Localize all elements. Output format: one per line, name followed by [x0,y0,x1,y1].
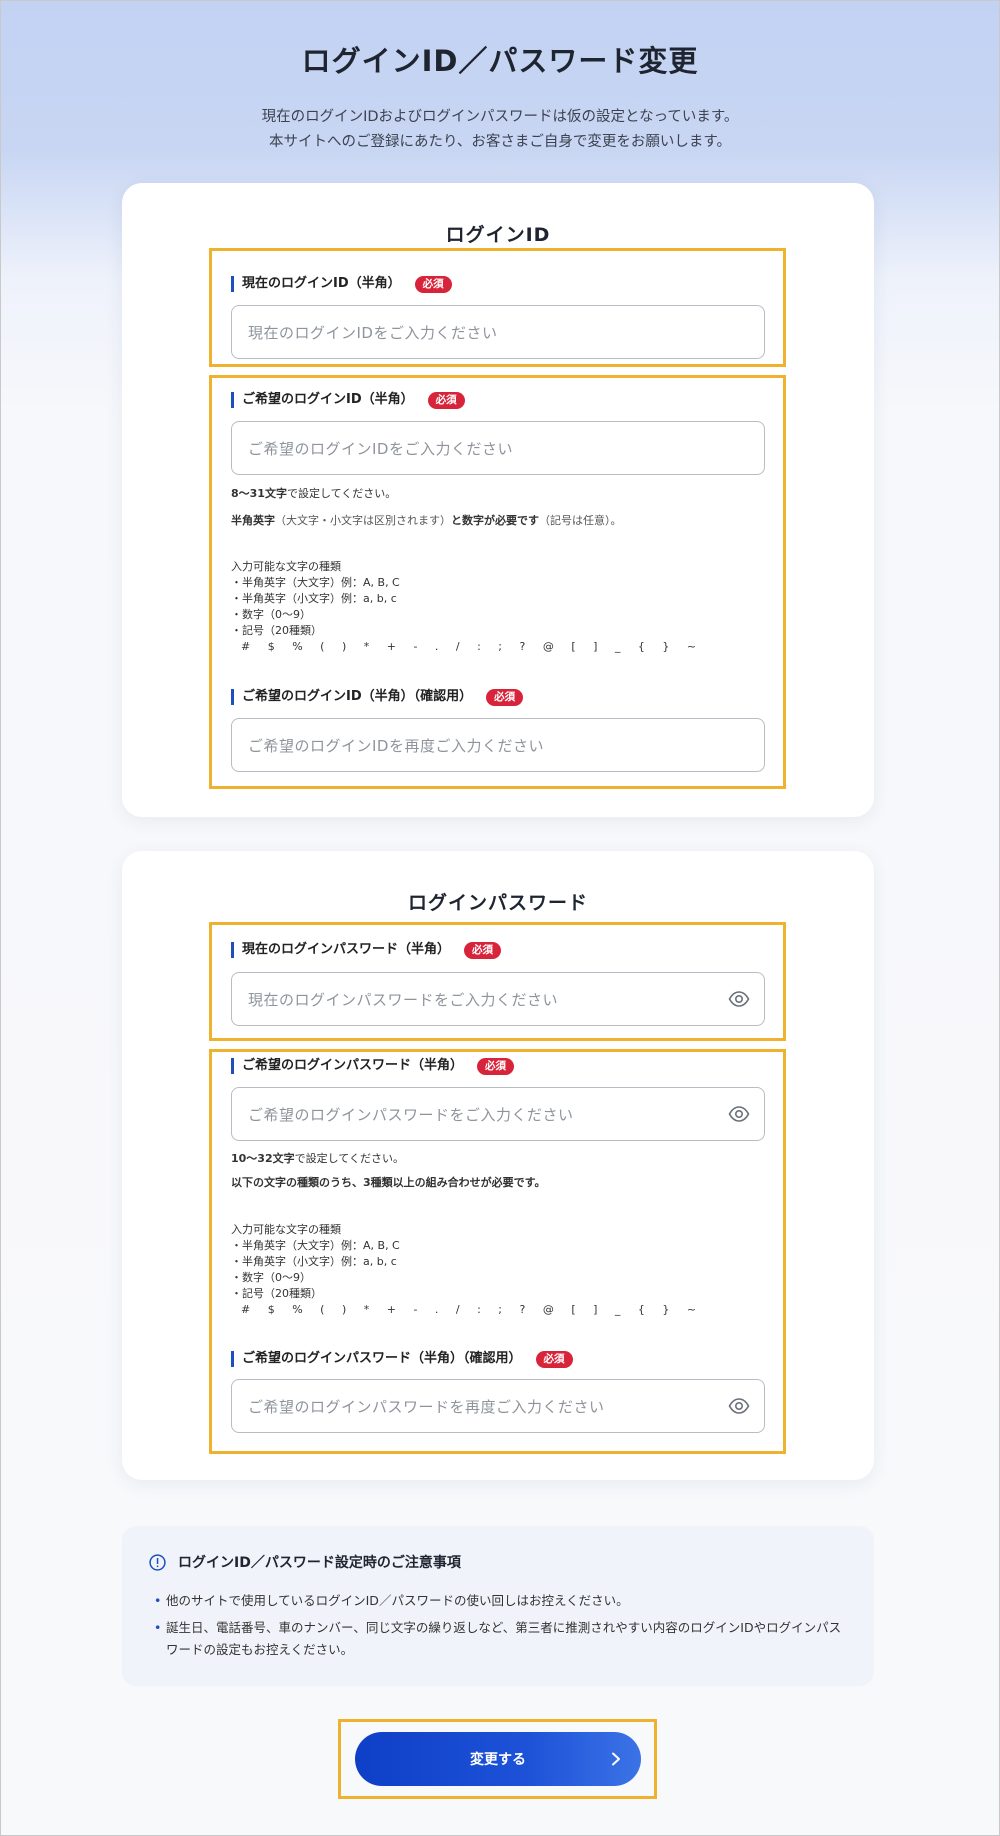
chars-item: ・半角英字（大文字）例：A, B, C [231,576,400,589]
current-login-id-input[interactable]: 現在のログインIDをご入力ください [231,305,765,359]
required-badge: 必須 [477,1057,515,1075]
login-id-mix-d: （記号は任意）。 [539,514,622,527]
current-password-placeholder: 現在のログインパスワードをご入力ください [248,990,559,1009]
login-id-length-rule: 8〜31文字で設定してください。 [231,486,396,502]
new-password-input[interactable]: ご希望のログインパスワードをご入力ください [231,1087,765,1141]
password-chars-list: 入力可能な文字の種類 ・半角英字（大文字）例：A, B, C ・半角英字（小文字… [231,1222,703,1318]
confirm-password-placeholder: ご希望のログインパスワードを再度ご入力ください [248,1397,605,1416]
chars-item: ・半角英字（小文字）例：a, b, c [231,1255,397,1268]
password-section-title: ログインパスワード [407,892,588,914]
login-id-chars-list: 入力可能な文字の種類 ・半角英字（大文字）例：A, B, C ・半角英字（小文字… [231,559,703,655]
page-title: ログインID／パスワード変更 [301,44,699,78]
caution-title: ログインID／パスワード設定時のご注意事項 [178,1555,461,1571]
confirm-password-input[interactable]: ご希望のログインパスワードを再度ご入力ください [231,1379,765,1433]
confirm-login-id-label: ご希望のログインID（半角）（確認用） 必須 [231,688,524,706]
current-password-label: 現在のログインパスワード（半角） 必須 [231,941,502,959]
chars-item: ・数字（0〜9） [231,608,311,621]
chars-item: ・半角英字（小文字）例：a, b, c [231,592,397,605]
chars-heading: 入力可能な文字の種類 [231,560,341,573]
current-login-id-label: 現在のログインID（半角） 必須 [231,275,452,293]
confirm-login-id-label-text: ご希望のログインID（半角）（確認用） [242,689,473,704]
info-icon [149,1553,166,1571]
confirm-password-label-text: ご希望のログインパスワード（半角）（確認用） [242,1351,522,1366]
current-password-input[interactable]: 現在のログインパスワードをご入力ください [231,972,765,1026]
current-login-id-label-text: 現在のログインID（半角） [242,276,401,291]
password-mix-rule: 以下の文字の種類のうち、3種類以上の組み合わせが必要です。 [231,1175,546,1191]
lead-line-1: 現在のログインIDおよびログインパスワードは仮の設定となっています。 [261,109,739,125]
submit-button[interactable]: 変更する [355,1732,641,1786]
password-mix-text: 以下の文字の種類のうち、3種類以上の組み合わせが必要です。 [231,1176,546,1189]
required-badge: 必須 [464,941,502,959]
new-login-id-placeholder: ご希望のログインIDをご入力ください [248,439,513,458]
required-badge: 必須 [486,688,524,706]
required-badge: 必須 [535,1350,573,1368]
chevron-right-icon [612,1752,620,1766]
new-password-label-text: ご希望のログインパスワード（半角） [242,1058,464,1073]
lead-line-2: 本サイトへのご登録にあたり、お客さまご自身で変更をお願いします。 [269,134,731,150]
chars-item: ・数字（0〜9） [231,1271,311,1284]
submit-label: 変更する [470,1752,526,1768]
eye-icon[interactable] [728,989,750,1009]
new-login-id-input[interactable]: ご希望のログインIDをご入力ください [231,421,765,475]
chars-heading: 入力可能な文字の種類 [231,1223,341,1236]
login-id-mix-c: と数字が必要です [451,514,539,527]
eye-icon[interactable] [728,1396,750,1416]
required-badge: 必須 [414,275,452,293]
login-id-mix-rule: 半角英字（大文字・小文字は区別されます）と数字が必要です（記号は任意）。 [231,513,622,529]
new-password-label: ご希望のログインパスワード（半角） 必須 [231,1057,515,1075]
caution-list: 他のサイトで使用しているログインID／パスワードの使い回しはお控えください。 誕… [154,1590,844,1666]
required-badge: 必須 [427,391,465,409]
current-login-id-placeholder: 現在のログインIDをご入力ください [248,323,498,342]
login-id-length-bold: 8〜31文字 [231,487,287,500]
chars-symbols: # $ % ( ) * + - . / : ; ? @ [ ] _ { } ~ [241,1303,704,1316]
login-id-section-title: ログインID [445,224,551,246]
new-password-placeholder: ご希望のログインパスワードをご入力ください [248,1105,574,1124]
chars-symbols: # $ % ( ) * + - . / : ; ? @ [ ] _ { } ~ [241,640,704,653]
current-password-label-text: 現在のログインパスワード（半角） [242,942,451,957]
caution-header: ログインID／パスワード設定時のご注意事項 [149,1552,461,1572]
confirm-password-label: ご希望のログインパスワード（半角）（確認用） 必須 [231,1350,573,1368]
page-lead: 現在のログインIDおよびログインパスワードは仮の設定となっています。 本サイトへ… [0,105,1000,155]
chars-item: ・半角英字（大文字）例：A, B, C [231,1239,400,1252]
password-length-rest: で設定してください。 [294,1152,404,1165]
password-length-bold: 10〜32文字 [231,1152,295,1165]
eye-icon[interactable] [728,1104,750,1124]
new-login-id-label: ご希望のログインID（半角） 必須 [231,391,465,409]
password-length-rule: 10〜32文字で設定してください。 [231,1151,404,1167]
login-id-mix-a: 半角英字 [231,514,275,527]
confirm-login-id-placeholder: ご希望のログインIDを再度ご入力ください [248,736,544,755]
caution-box: ログインID／パスワード設定時のご注意事項 他のサイトで使用しているログインID… [122,1526,874,1686]
new-login-id-label-text: ご希望のログインID（半角） [242,392,414,407]
confirm-login-id-input[interactable]: ご希望のログインIDを再度ご入力ください [231,718,765,772]
login-id-length-rest: で設定してください。 [286,487,397,500]
chars-item: ・記号（20種類） [231,1287,322,1300]
chars-item: ・記号（20種類） [231,624,322,637]
login-id-mix-b: （大文字・小文字は区別されます） [275,514,451,527]
caution-item: 誕生日、電話番号、車のナンバー、同じ文字の繰り返しなど、第三者に推測されやすい内… [154,1617,844,1661]
caution-item: 他のサイトで使用しているログインID／パスワードの使い回しはお控えください。 [154,1590,844,1612]
